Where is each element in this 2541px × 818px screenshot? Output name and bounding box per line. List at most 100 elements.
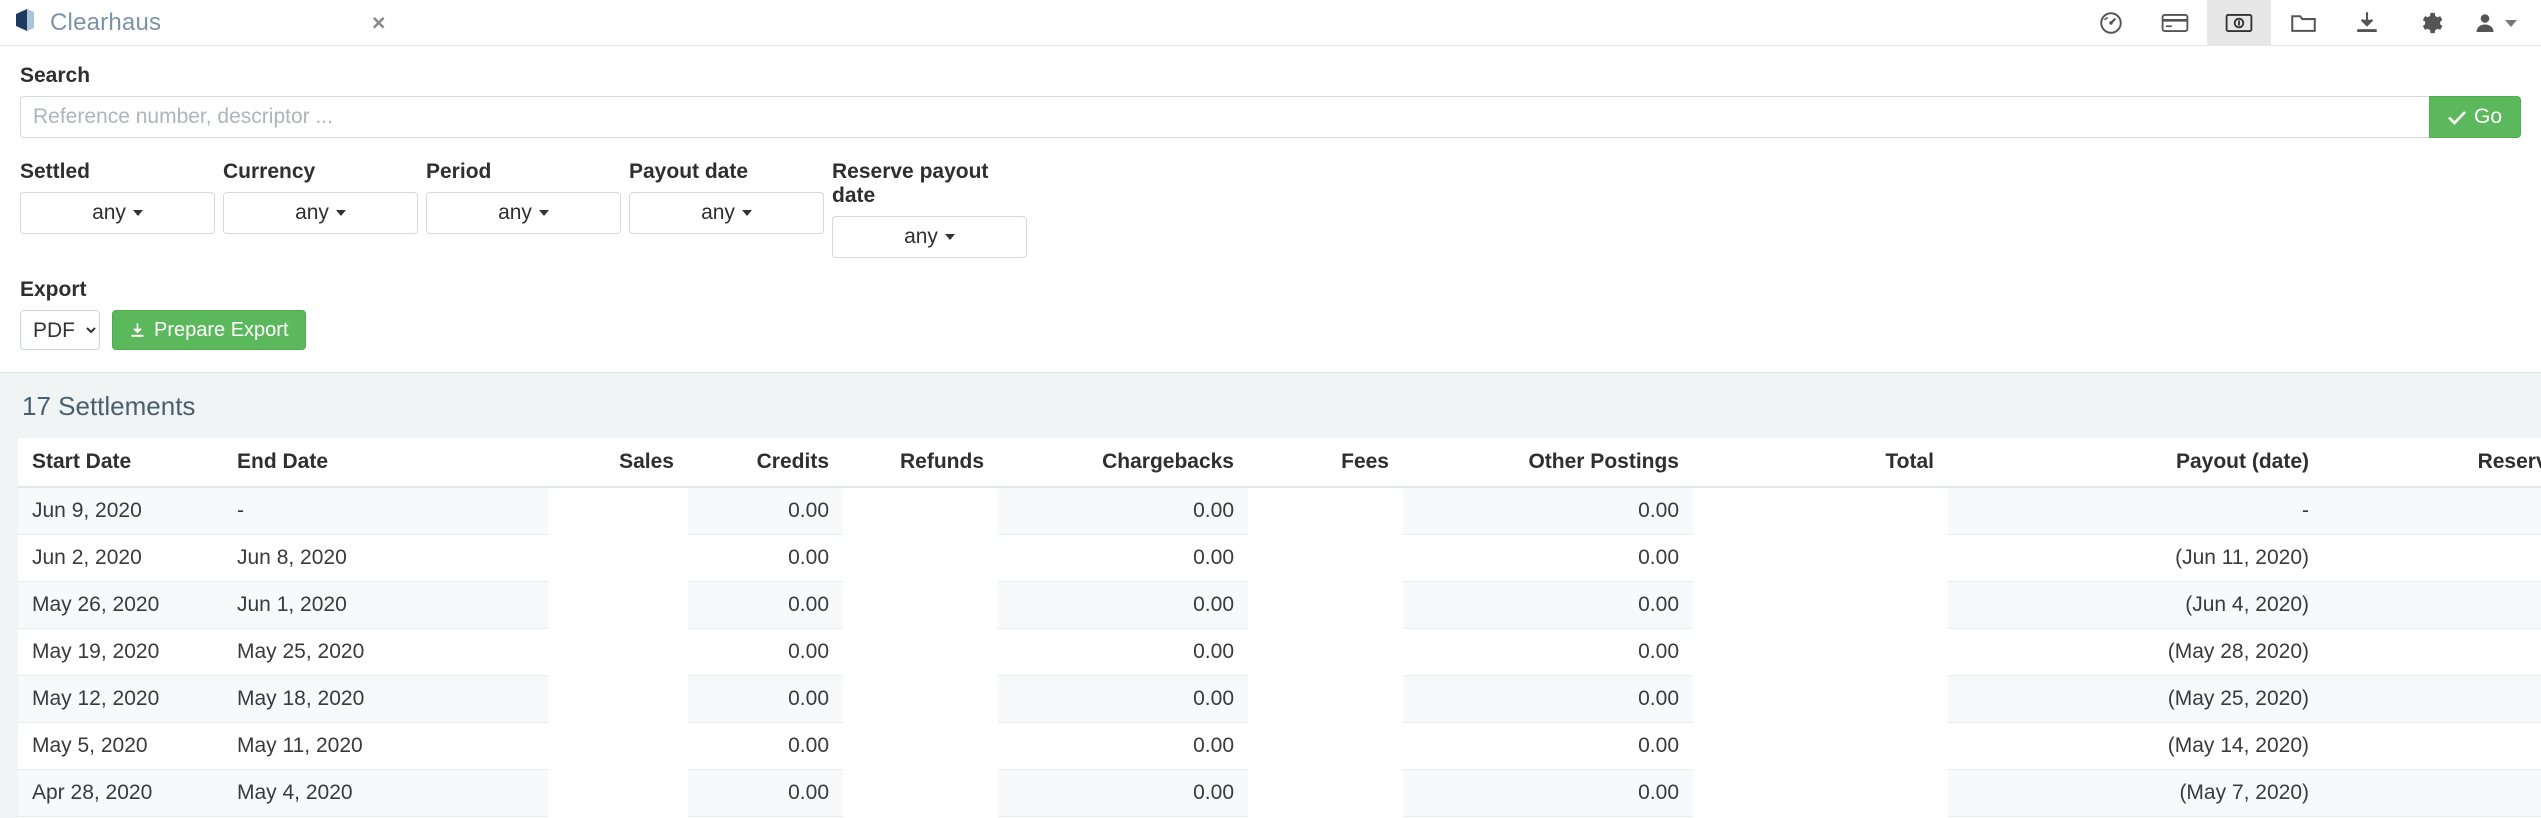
cell-total [1693,534,1948,582]
cell-sales [548,581,688,629]
cell-fees [1248,628,1403,676]
cell-end_date: May 18, 2020 [223,675,548,723]
cell-chargebacks: 0.00 [998,769,1248,817]
cell-fees [1248,722,1403,770]
cell-refunds [843,675,998,723]
user-menu[interactable] [2463,0,2533,46]
settlements-table-head: Start Date End Date Sales Credits Refund… [18,438,2541,488]
cell-reserves_date: - [2323,675,2541,723]
export-label: Export [20,278,87,301]
column-header-credits[interactable]: Credits [688,438,843,488]
filter-settled-dropdown[interactable]: any [20,192,215,234]
cell-total [1693,769,1948,817]
cell-end_date: May 4, 2020 [223,769,548,817]
cell-other_postings: 0.00 [1403,487,1693,535]
cell-start_date: May 19, 2020 [18,628,223,676]
column-header-chargebacks[interactable]: Chargebacks [998,438,1248,488]
cell-payout_date: (May 25, 2020) [1948,675,2323,723]
filter-payout-date-label: Payout date [629,160,749,183]
cell-total [1693,487,1948,535]
filter-panel: Search Go Settled any Currency any Perio… [0,46,2541,373]
column-header-reserves-date[interactable]: Reserves (date) [2323,438,2541,488]
cell-sales [548,675,688,723]
cell-sales [548,534,688,582]
go-button-label: Go [2473,105,2502,128]
cell-sales [548,628,688,676]
cell-fees [1248,769,1403,817]
cell-start_date: Apr 28, 2020 [18,769,223,817]
filter-reserve-payout-date-dropdown[interactable]: any [832,216,1027,258]
cell-other_postings: 0.00 [1403,534,1693,582]
table-row[interactable]: Jun 9, 2020-0.000.000.00--DKK [18,487,2541,535]
caret-down-icon [741,210,752,216]
export-row: PDF Prepare Export [20,310,2521,350]
cell-reserves_date: - [2323,722,2541,770]
cell-payout_date: (May 7, 2020) [1948,769,2323,817]
cell-refunds [843,769,998,817]
table-header-row: Start Date End Date Sales Credits Refund… [18,438,2541,488]
cell-start_date: May 26, 2020 [18,581,223,629]
column-header-payout-date[interactable]: Payout (date) [1948,438,2323,488]
column-header-start-date[interactable]: Start Date [18,438,223,488]
column-header-end-date[interactable]: End Date [223,438,548,488]
gear-icon[interactable] [2399,0,2463,46]
filter-period-dropdown[interactable]: any [426,192,621,234]
cell-end_date: May 25, 2020 [223,628,548,676]
column-header-sales[interactable]: Sales [548,438,688,488]
table-row[interactable]: Apr 28, 2020 May 4, 2020 0.00 0.00 0.00 (May … [18,769,2541,817]
top-bar: Clearhaus × [0,0,2541,46]
cell-refunds [843,581,998,629]
download-icon[interactable] [2335,0,2399,46]
money-bill-icon[interactable] [2207,0,2271,46]
check-icon [2448,110,2466,125]
cell-chargebacks: 0.00 [998,581,1248,629]
go-button[interactable]: Go [2429,96,2521,138]
cell-chargebacks: 0.00 [998,628,1248,676]
column-header-other-postings[interactable]: Other Postings [1403,438,1693,488]
cell-payout_date: (May 28, 2020) [1948,628,2323,676]
cell-sales [548,769,688,817]
cell-end_date: May 11, 2020 [223,722,548,770]
brand[interactable]: Clearhaus [14,8,161,38]
cell-chargebacks: 0.00 [998,675,1248,723]
filter-currency-dropdown[interactable]: any [223,192,418,234]
cell-total [1693,675,1948,723]
cell-refunds [843,722,998,770]
tab-close-icon[interactable]: × [372,11,385,34]
caret-down-icon [538,210,549,216]
table-row[interactable]: May 19, 2020 May 25, 2020 0.00 0.00 0.00 (May… [18,628,2541,676]
cell-payout_date: (May 14, 2020) [1948,722,2323,770]
top-nav-icons [2079,0,2533,46]
column-header-total[interactable]: Total [1693,438,1948,488]
cell-reserves_date: - [2323,769,2541,817]
filter-settled-value: any [92,201,126,224]
cell-end_date: Jun 1, 2020 [223,581,548,629]
results-section: 17 Settlements Start Date End Date Sales… [0,373,2541,818]
table-row[interactable]: May 12, 2020 May 18, 2020 0.00 0.00 0.00 (May… [18,675,2541,723]
search-input[interactable] [20,96,2429,138]
filter-settled-label: Settled [20,160,91,183]
cell-fees [1248,675,1403,723]
column-header-refunds[interactable]: Refunds [843,438,998,488]
cell-other_postings: 0.00 [1403,722,1693,770]
table-row[interactable]: May 5, 2020 May 11, 2020 0.00 0.00 0.00 (May … [18,722,2541,770]
cell-reserves_date: - [2323,581,2541,629]
prepare-export-button[interactable]: Prepare Export [112,310,306,350]
table-row[interactable]: May 26, 2020 Jun 1, 2020 0.00 0.00 0.00 (Jun … [18,581,2541,629]
cell-start_date: Jun 9, 2020 [18,487,223,535]
cell-credits: 0.00 [688,769,843,817]
cell-start_date: Jun 2, 2020 [18,534,223,582]
table-row[interactable]: Jun 2, 2020 Jun 8, 2020 0.00 0.00 0.00 (Jun 1… [18,534,2541,582]
filter-payout-date: Payout date any [629,160,824,258]
dashboard-icon[interactable] [2079,0,2143,46]
column-header-fees[interactable]: Fees [1248,438,1403,488]
cell-reserves_date: - [2323,487,2541,535]
caret-down-icon [132,210,143,216]
settlements-table-body: Jun 9, 2020-0.000.000.00--DKKJun 2, 2020… [18,487,2541,818]
export-format-select[interactable]: PDF [20,310,100,350]
folder-icon[interactable] [2271,0,2335,46]
cell-payout_date: (Jun 4, 2020) [1948,581,2323,629]
filter-period-label: Period [426,160,492,183]
filter-payout-date-dropdown[interactable]: any [629,192,824,234]
credit-card-icon[interactable] [2143,0,2207,46]
